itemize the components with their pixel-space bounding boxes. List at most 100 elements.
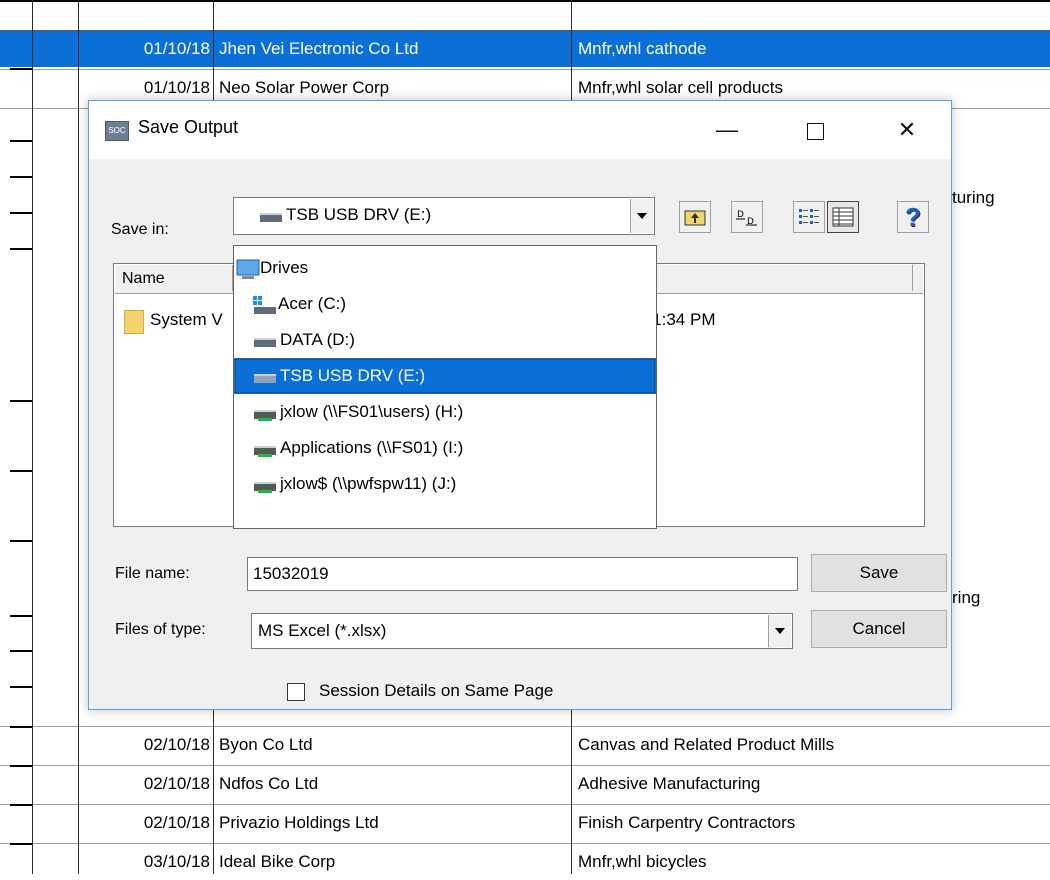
close-button[interactable]: ✕ (885, 111, 929, 149)
save-in-combo[interactable]: TSB USB DRV (E:) (233, 197, 655, 235)
row-marker (10, 470, 32, 472)
row-date: 02/10/18 (143, 813, 210, 832)
row-marker (10, 540, 32, 542)
file-name-field[interactable]: 15032019 (247, 557, 798, 591)
minimize-button[interactable]: — (705, 111, 749, 149)
file-item-name[interactable]: System V (150, 310, 223, 330)
row-marker (10, 765, 32, 767)
folder-icon (124, 310, 144, 334)
row-company: Ideal Bike Corp (219, 852, 336, 871)
dropdown-item-acer-c[interactable]: Acer (C:) (234, 286, 674, 322)
file-type-label: Files of type: (115, 621, 206, 638)
drive-icon (254, 338, 276, 348)
grid-top-border (0, 0, 1050, 2)
drive-icon (254, 374, 276, 384)
table-row[interactable]: 02/10/18 Privazio Holdings Ltd Finish Ca… (0, 805, 1050, 841)
minimize-icon: — (716, 117, 738, 142)
row-marker (10, 400, 32, 402)
table-row[interactable]: 02/10/18 Ndfos Co Ltd Adhesive Manufactu… (0, 766, 1050, 802)
network-drive-icon (254, 410, 276, 422)
save-in-label: Save in: (111, 221, 169, 238)
row-description: Canvas and Related Product Mills (578, 735, 835, 754)
row-marker (10, 212, 32, 214)
column-header-name[interactable]: Name (115, 265, 233, 291)
row-marker (10, 804, 32, 806)
file-name-label: File name: (115, 565, 190, 582)
column-divider (32, 0, 33, 874)
row-date: 01/10/18 (143, 39, 210, 58)
row-marker (10, 843, 32, 845)
dropdown-item-jxlow-dollar-j[interactable]: jxlow$ (\\pwfspw11) (J:) (234, 466, 676, 502)
save-in-dropdown-button[interactable] (630, 199, 653, 233)
row-company: Ndfos Co Ltd (219, 774, 319, 793)
row-company: Privazio Holdings Ltd (219, 813, 379, 832)
dropdown-item-jxlow-h[interactable]: jxlow (\\FS01\users) (H:) (234, 394, 676, 430)
row-date: 03/10/18 (143, 852, 210, 871)
cell-text-fragment: turing (952, 188, 995, 207)
new-folder-icon: D D (736, 210, 757, 227)
save-in-value: TSB USB DRV (E:) (260, 198, 431, 232)
table-row[interactable]: 02/10/18 Byon Co Ltd Canvas and Related … (0, 727, 1050, 763)
row-date: 02/10/18 (143, 735, 210, 754)
row-marker (10, 248, 32, 250)
row-description: Mnfr,whl cathode (578, 39, 707, 58)
row-marker (10, 615, 32, 617)
session-details-label[interactable]: Session Details on Same Page (319, 681, 553, 701)
column-divider (78, 0, 79, 874)
file-type-dropdown-button[interactable] (768, 615, 791, 647)
row-date: 02/10/18 (143, 774, 210, 793)
help-button[interactable]: ? (897, 201, 929, 233)
session-details-checkbox[interactable] (287, 683, 305, 701)
row-marker (10, 650, 32, 652)
title-bar[interactable]: SOC Save Output — ✕ (89, 101, 951, 159)
row-marker (10, 140, 32, 142)
network-drive-icon (254, 482, 276, 494)
computer-icon (236, 259, 260, 279)
row-divider (0, 765, 1050, 766)
row-company: Byon Co Ltd (219, 735, 313, 754)
help-icon: ? (905, 202, 921, 232)
details-view-icon (832, 207, 854, 227)
row-marker (10, 686, 32, 688)
dropdown-item-tsb-usb-e[interactable]: TSB USB DRV (E:) (234, 358, 656, 394)
table-row[interactable]: 01/10/18 Jhen Vei Electronic Co Ltd Mnfr… (0, 31, 1050, 67)
row-divider (0, 843, 1050, 844)
dropdown-item-drives[interactable]: Drives (234, 250, 656, 286)
up-folder-button[interactable] (679, 201, 711, 233)
list-view-button[interactable] (793, 201, 825, 233)
dropdown-item-data-d[interactable]: DATA (D:) (234, 322, 676, 358)
dropdown-item-applications-i[interactable]: Applications (\\FS01) (I:) (234, 430, 676, 466)
new-folder-button[interactable]: D D (731, 201, 763, 233)
details-view-button[interactable] (827, 201, 859, 233)
drive-icon (260, 213, 282, 223)
close-icon: ✕ (897, 117, 917, 142)
network-drive-icon (254, 446, 276, 458)
cancel-button[interactable]: Cancel (811, 610, 947, 648)
maximize-icon (806, 122, 824, 140)
file-type-combo[interactable]: MS Excel (*.xlsx) (251, 613, 793, 649)
chevron-down-icon (775, 628, 785, 634)
save-in-dropdown-list: Drives Acer (C:) DATA (D:) TSB USB DRV (… (233, 245, 657, 529)
table-row[interactable]: 03/10/18 Ideal Bike Corp Mnfr,whl bicycl… (0, 844, 1050, 880)
row-description: Finish Carpentry Contractors (578, 813, 796, 832)
row-description: Mnfr,whl bicycles (578, 852, 707, 871)
up-folder-icon (684, 210, 706, 226)
file-type-value: MS Excel (*.xlsx) (258, 621, 387, 640)
row-divider (0, 804, 1050, 805)
row-description: Adhesive Manufacturing (578, 774, 761, 793)
row-marker (10, 68, 32, 70)
row-divider (0, 726, 1050, 727)
cell-text-fragment: ring (952, 588, 981, 607)
app-icon: SOC (105, 121, 129, 141)
dialog-title: Save Output (138, 117, 239, 137)
save-button[interactable]: Save (811, 554, 947, 592)
windows-drive-icon (253, 295, 276, 314)
row-divider (0, 69, 1050, 70)
maximize-button[interactable] (793, 111, 837, 149)
row-marker (10, 176, 32, 178)
save-output-dialog: SOC Save Output — ✕ Save in: TSB USB DRV… (88, 100, 952, 710)
list-view-icon (799, 209, 819, 224)
row-marker (10, 726, 32, 728)
chevron-down-icon (637, 213, 647, 219)
row-company: Jhen Vei Electronic Co Ltd (219, 39, 419, 58)
